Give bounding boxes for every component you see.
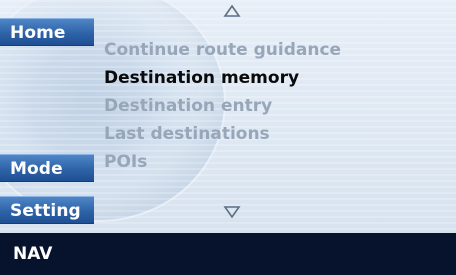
menu-item-continue-route-guidance[interactable]: Continue route guidance: [104, 36, 341, 64]
scroll-up-icon[interactable]: [222, 4, 242, 18]
mode-button[interactable]: Mode: [0, 154, 94, 182]
menu-item-last-destinations[interactable]: Last destinations: [104, 120, 341, 148]
status-bar: NAV: [0, 233, 456, 275]
scroll-down-icon[interactable]: [222, 205, 242, 219]
menu-item-destination-entry[interactable]: Destination entry: [104, 92, 341, 120]
nav-mode-label: NAV: [13, 244, 53, 264]
setting-button[interactable]: Setting: [0, 196, 94, 224]
menu-item-pois[interactable]: POIs: [104, 148, 341, 176]
home-button[interactable]: Home: [0, 18, 94, 46]
nav-screen: Home Mode Setting Continue route guidanc…: [0, 0, 456, 275]
destination-menu: Continue route guidance Destination memo…: [104, 36, 341, 176]
menu-item-destination-memory[interactable]: Destination memory: [104, 64, 341, 92]
